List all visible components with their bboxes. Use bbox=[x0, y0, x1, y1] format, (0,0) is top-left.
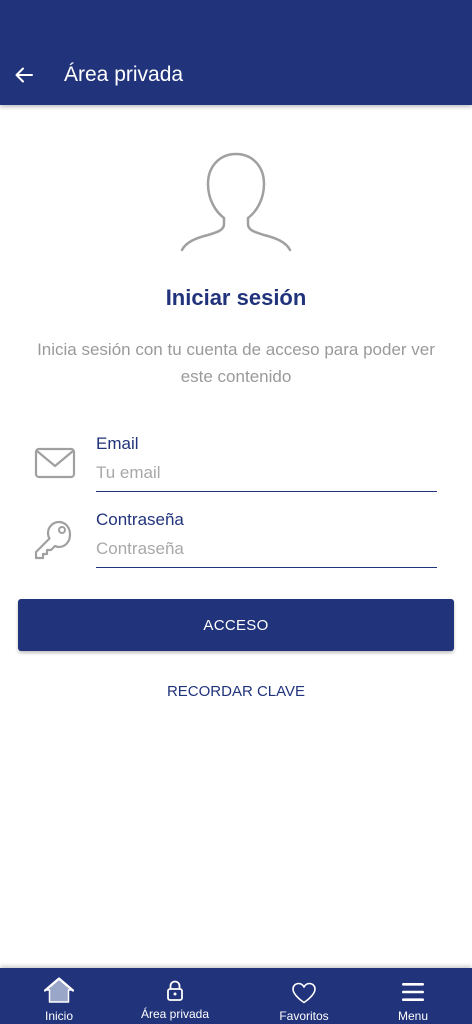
envelope-icon bbox=[34, 447, 76, 479]
hamburger-menu-icon bbox=[402, 983, 424, 1001]
home-icon bbox=[44, 977, 74, 1003]
heart-icon bbox=[292, 982, 316, 1004]
nav-label-favorites: Favoritos bbox=[279, 1009, 329, 1023]
bottom-navigation: Inicio Área privada Favoritos Menu bbox=[0, 968, 472, 1024]
key-icon bbox=[34, 520, 72, 560]
user-avatar-icon bbox=[180, 152, 292, 252]
page-title: Área privada bbox=[64, 63, 184, 86]
arrow-left-icon bbox=[15, 67, 33, 83]
email-input[interactable] bbox=[96, 460, 437, 492]
access-button[interactable]: ACCESO bbox=[18, 599, 454, 651]
nav-item-favorites[interactable]: Favoritos bbox=[245, 968, 363, 1024]
login-title: Iniciar sesión bbox=[165, 285, 307, 310]
nav-item-home[interactable]: Inicio bbox=[0, 968, 118, 1024]
back-button[interactable] bbox=[10, 62, 38, 88]
app: Área privada Iniciar sesión Inicia sesió… bbox=[0, 0, 472, 1024]
password-input[interactable] bbox=[96, 536, 437, 568]
password-field-group: Contraseña bbox=[30, 508, 440, 570]
lock-icon bbox=[167, 980, 183, 1001]
nav-label-menu: Menu bbox=[397, 1009, 429, 1023]
password-label: Contraseña bbox=[96, 510, 184, 529]
nav-label-home: Inicio bbox=[44, 1009, 73, 1023]
app-header: Área privada bbox=[0, 0, 472, 105]
email-label: Email bbox=[96, 434, 139, 453]
nav-item-menu[interactable]: Menu bbox=[354, 968, 472, 1024]
recover-password-link[interactable]: RECORDAR CLAVE bbox=[0, 681, 472, 703]
email-field-group: Email bbox=[30, 432, 440, 494]
nav-item-private-area[interactable]: Área privada bbox=[116, 968, 234, 1024]
login-subtitle: Inicia sesión con tu cuenta de acceso pa… bbox=[37, 340, 435, 386]
nav-label-private-area: Área privada bbox=[140, 1007, 210, 1021]
